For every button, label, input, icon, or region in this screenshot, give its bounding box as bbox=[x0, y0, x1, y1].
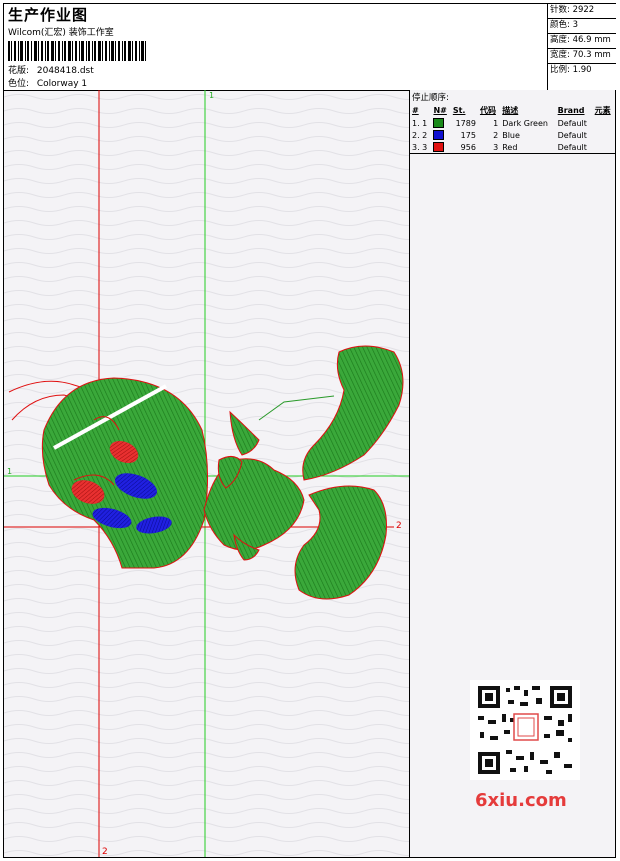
watermark-logo: 6xiu.com bbox=[475, 790, 567, 811]
col-brand: Brand bbox=[557, 106, 585, 115]
design-filename: 2048418.dst bbox=[36, 66, 94, 76]
stop-sequence-table: # N# St. 代码 描述 Brand 元素 1. 1 1789 1 Dark… bbox=[410, 104, 615, 154]
sheet-header: 生产作业图 Wilcom(汇宏) 装饰工作室 花版: 2048418.dst 色… bbox=[4, 4, 616, 91]
stat-stitches: 针数: 2922 bbox=[548, 4, 616, 19]
stop-sequence-title: 停止顺序: bbox=[412, 93, 449, 103]
studio-name: Wilcom(汇宏) 装饰工作室 bbox=[8, 28, 114, 38]
color-swatch-dark-green bbox=[433, 118, 445, 128]
col-description: 描述 bbox=[502, 106, 519, 115]
colorway-value: Colorway 1 bbox=[36, 79, 88, 89]
col-index: # bbox=[412, 106, 419, 115]
stat-height: 高度: 46.9 mm bbox=[548, 34, 616, 49]
table-header: # N# St. 代码 描述 Brand 元素 bbox=[410, 104, 615, 117]
colorway-row: 色位: Colorway 1 bbox=[8, 76, 87, 89]
color-swatch-blue bbox=[433, 130, 445, 140]
stat-colors: 颜色: 3 bbox=[548, 19, 616, 34]
guide-label-green-top: 1 bbox=[209, 91, 214, 100]
colorway-label: 色位: bbox=[8, 79, 30, 89]
qr-code-icon bbox=[470, 680, 580, 780]
page-title: 生产作业图 bbox=[8, 6, 89, 24]
color-swatch-red bbox=[433, 142, 445, 152]
design-file-row: 花版: 2048418.dst bbox=[8, 63, 94, 76]
design-canvas[interactable]: 1 1 2 2 bbox=[4, 90, 410, 857]
table-row[interactable]: 3. 3 956 3 Red Default bbox=[410, 141, 615, 154]
table-row[interactable]: 2. 2 175 2 Blue Default bbox=[410, 129, 615, 141]
stats-panel: 针数: 2922 颜色: 3 高度: 46.9 mm 宽度: 70.3 mm 比… bbox=[547, 4, 616, 90]
guide-label-red-bottom: 2 bbox=[102, 847, 108, 857]
col-stitches: St. bbox=[452, 106, 466, 115]
col-code: 代码 bbox=[479, 106, 496, 115]
col-needle: N# bbox=[433, 106, 447, 115]
stat-scale: 比例: 1.90 bbox=[550, 65, 592, 75]
guide-label-green-left: 1 bbox=[7, 467, 12, 476]
stat-width: 宽度: 70.3 mm bbox=[548, 49, 616, 64]
design-label: 花版: bbox=[8, 66, 30, 76]
guide-label-red-right: 2 bbox=[396, 521, 402, 531]
col-element: 元素 bbox=[594, 106, 611, 115]
table-row[interactable]: 1. 1 1789 1 Dark Green Default bbox=[410, 117, 615, 129]
embroidery-preview: 1 1 2 2 bbox=[4, 90, 409, 857]
barcode-icon bbox=[8, 41, 146, 61]
